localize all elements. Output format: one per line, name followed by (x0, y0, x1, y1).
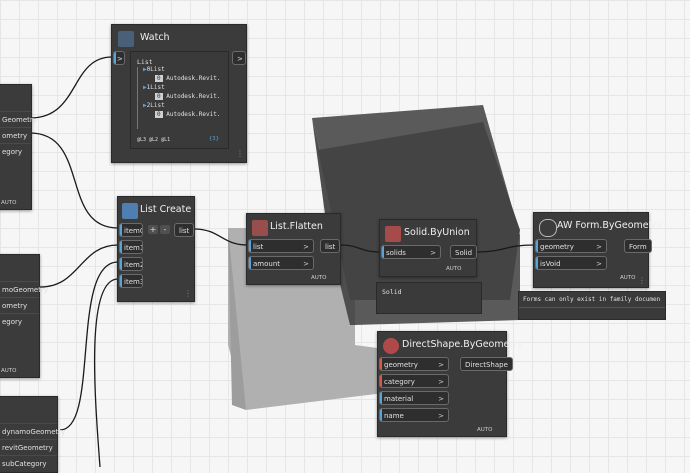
input-port-isvoid[interactable]: isVoid > (535, 256, 607, 270)
input-port-amount[interactable]: amount > (248, 256, 314, 270)
node-title: Watch (140, 32, 170, 43)
list-entry: ▶2List (143, 102, 165, 109)
node-header[interactable]: Watch (112, 25, 246, 53)
node-title: List.Flatten (270, 221, 323, 232)
watch-input-port[interactable]: > (113, 51, 125, 65)
output-port[interactable]: dynamoGeometry (0, 423, 65, 440)
lacing-label: AUTO (1, 200, 17, 206)
lacing-label: AUTO (620, 275, 636, 281)
preview-text: Solid (382, 288, 402, 296)
warning-text: Forms can only exist in family documen (523, 296, 661, 303)
node-header[interactable]: List Create (118, 197, 194, 225)
node-menu-icon[interactable]: ⋮ (638, 276, 646, 285)
input-node-b[interactable]: moGeometry ometry egory AUTO (0, 254, 48, 378)
lacing-label: AUTO (311, 275, 327, 281)
lacing-label: AUTO (446, 266, 462, 272)
form-warning-panel[interactable]: Forms can only exist in family documen (518, 291, 666, 320)
watch-preview-panel[interactable]: List ▶0List 0 Autodesk.Revit. ▶1List 0 A… (130, 51, 229, 149)
input-port-category[interactable]: category > (379, 374, 449, 388)
directshape-node[interactable]: DirectShape.ByGeometry geometry > DirectS… (377, 331, 523, 437)
input-port-geometry[interactable]: geometry > (535, 239, 607, 253)
node-header[interactable]: Solid.ByUnion (380, 220, 476, 248)
add-input-button[interactable]: + (148, 225, 158, 234)
list-entry: ▶1List (143, 84, 165, 91)
input-port-item1[interactable]: item1 (119, 240, 143, 254)
wire-to-item3[interactable] (93, 278, 119, 467)
input-port-solids[interactable]: solids > (381, 245, 441, 259)
watch-icon (118, 31, 134, 47)
output-port[interactable]: Geometry (0, 111, 37, 128)
node-title: DirectShape.ByGeometry (402, 339, 523, 350)
output-port-list[interactable]: list (174, 223, 195, 237)
solid-union-preview[interactable]: Solid (376, 282, 482, 314)
node-title: Solid.ByUnion (404, 227, 470, 238)
node-menu-icon[interactable]: ⋮ (236, 149, 244, 158)
input-port-geometry[interactable]: geometry > (379, 357, 449, 371)
output-port[interactable]: moGeometry (0, 281, 48, 298)
form-bygeometry-node[interactable]: AW Form.ByGeometry geometry > Form isVoid… (533, 212, 662, 288)
node-header[interactable]: List.Flatten (247, 214, 340, 242)
output-port[interactable]: subCategory (0, 455, 57, 472)
output-port[interactable]: revitGeometry (0, 439, 57, 456)
node-header[interactable]: DirectShape.ByGeometry (378, 332, 523, 360)
list-item: 0 Autodesk.Revit. (155, 75, 221, 82)
wire-to-item2[interactable] (59, 261, 119, 431)
list-item: 0 Autodesk.Revit. (155, 93, 221, 100)
node-menu-icon[interactable]: ⋮ (184, 289, 192, 298)
wire-geometry-to-item0[interactable] (29, 132, 119, 229)
form-icon (539, 219, 557, 237)
wire-geometry-to-watch[interactable] (29, 56, 113, 119)
output-port-directshape[interactable]: DirectShape (460, 357, 513, 371)
input-port-list[interactable]: list > (248, 239, 314, 253)
output-port[interactable]: ometry (0, 297, 39, 314)
output-port-list[interactable]: list (320, 239, 341, 253)
input-port-item2[interactable]: item2 (119, 257, 143, 271)
input-node-c[interactable]: dynamoGeometry revitGeometry subCategory (0, 396, 65, 473)
input-port-material[interactable]: material > (379, 391, 449, 405)
list-item: 0 Autodesk.Revit. (155, 111, 221, 118)
lacing-label: AUTO (477, 427, 493, 433)
watch-output-port[interactable]: > (232, 51, 246, 65)
solid-union-icon (385, 226, 401, 242)
output-port[interactable]: egory (0, 313, 39, 330)
input-port-name[interactable]: name > (379, 408, 449, 422)
output-port-solid[interactable]: Solid (450, 245, 478, 259)
output-port-form[interactable]: Form (624, 239, 652, 253)
node-header[interactable]: AW Form.ByGeometry (534, 213, 662, 241)
list-flatten-icon (252, 220, 268, 236)
remove-input-button[interactable]: - (160, 225, 170, 234)
list-flatten-node[interactable]: List.Flatten list > list amount > AUTO (246, 213, 341, 285)
list-root-label: List (137, 58, 153, 66)
list-create-node[interactable]: List Create item0 + - list item1 item2 i… (117, 196, 195, 302)
input-port-item3[interactable]: item3 (119, 274, 143, 288)
output-port[interactable]: egory (0, 143, 31, 160)
list-create-icon (122, 203, 138, 219)
output-port[interactable]: ometry (0, 127, 31, 144)
input-port-item0[interactable]: item0 (119, 223, 143, 237)
node-title: AW Form.ByGeometry (557, 220, 662, 231)
input-node-a[interactable]: Geometry ometry egory AUTO (0, 84, 37, 210)
list-entry: ▶0List (143, 66, 165, 73)
list-levels: @L3 @L2 @L1 (137, 137, 171, 143)
solid-union-node[interactable]: Solid.ByUnion solids > Solid AUTO (379, 219, 478, 277)
directshape-icon (383, 338, 399, 354)
watch-node[interactable]: Watch > > List ▶0List 0 Autodesk.Revit. … (111, 24, 247, 163)
list-count: {3} (209, 136, 219, 142)
node-title: List Create (140, 204, 192, 215)
lacing-label: AUTO (1, 368, 17, 374)
